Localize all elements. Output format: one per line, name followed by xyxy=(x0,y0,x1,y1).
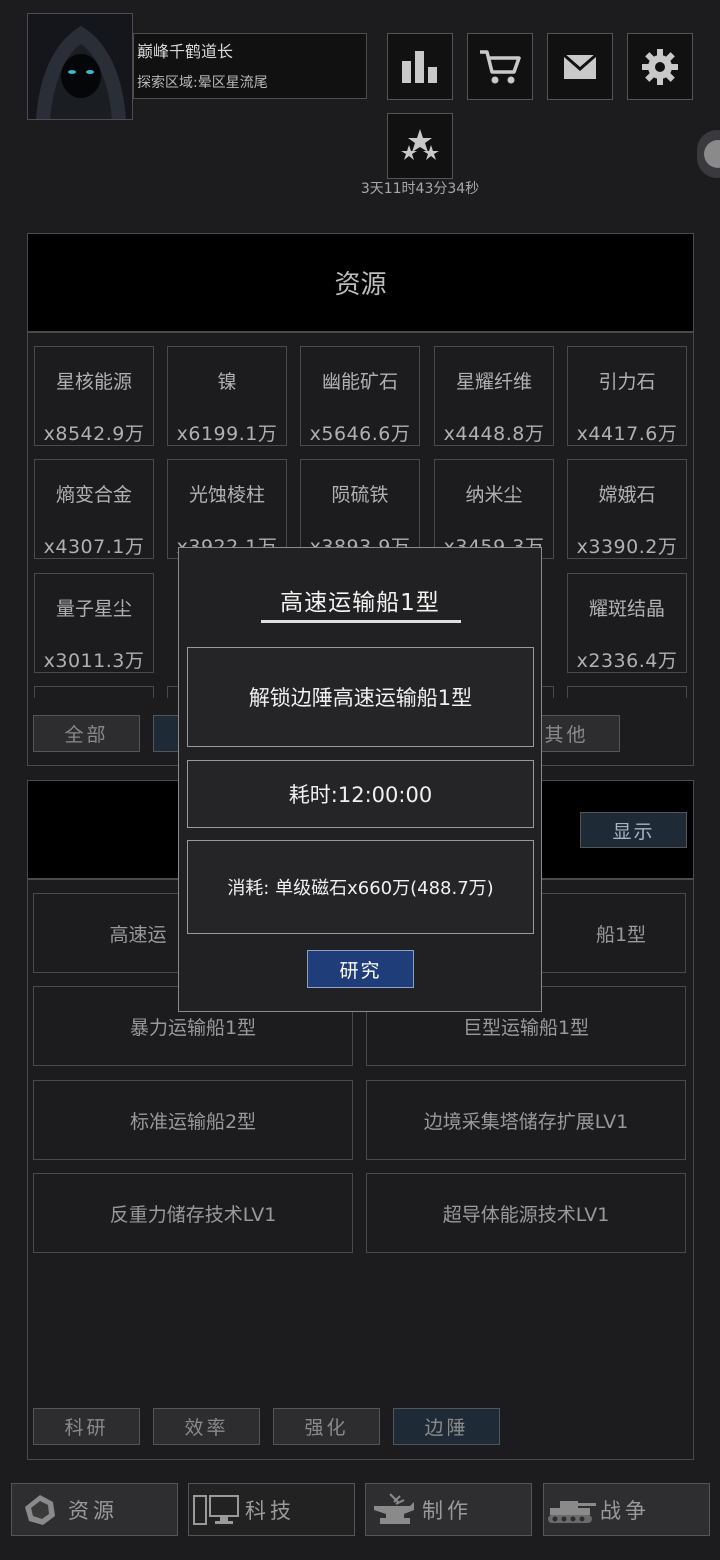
resource-name: 镍 xyxy=(217,371,237,393)
cost-text: 消耗: 单级磁石x660万(488.7万) xyxy=(227,878,494,899)
gear-icon xyxy=(642,48,678,85)
tech-item-label: 超导体能源技术LV1 xyxy=(442,1203,610,1226)
resource-quantity: x5646.6万 xyxy=(309,423,411,445)
player-info-box: 巅峰千鹤道长 探索区域:晕区星流尾 xyxy=(133,33,367,99)
tech-item-label: 标准运输船2型 xyxy=(129,1110,257,1133)
nav-war-label: 战争 xyxy=(600,1498,650,1523)
countdown-timer: 3天11时43分34秒 xyxy=(360,181,480,197)
resource-quantity: x2336.4万 xyxy=(576,650,678,672)
resource-name: 量子星尘 xyxy=(55,598,132,620)
tech-item-label: 巨型运输船1型 xyxy=(462,1016,590,1039)
computer-icon xyxy=(189,1494,245,1526)
tank-icon xyxy=(544,1495,600,1525)
resource-quantity: x8542.9万 xyxy=(43,423,145,445)
stats-button[interactable] xyxy=(387,33,453,100)
tech-item[interactable]: 反重力储存技术LV1 xyxy=(33,1173,353,1253)
side-toggle[interactable] xyxy=(697,130,720,178)
resource-name: 星耀纤维 xyxy=(455,371,532,393)
description-text: 解锁边陲高速运输船1型 xyxy=(248,686,473,710)
nav-craft-label: 制作 xyxy=(422,1498,472,1523)
resource-cell[interactable]: 耀斑结晶 x2336.4万 xyxy=(567,573,687,673)
resource-cell[interactable]: 星核能源 x8542.9万 xyxy=(34,346,154,446)
show-button[interactable]: 显示 xyxy=(580,812,687,848)
side-toggle-knob-icon xyxy=(704,140,720,168)
ore-icon xyxy=(12,1493,68,1527)
resource-cell[interactable]: 熵变合金 x4307.1万 xyxy=(34,459,154,559)
resource-quantity: x3390.2万 xyxy=(576,536,678,558)
resource-name: 纳米尘 xyxy=(465,484,523,506)
resource-cell[interactable]: 陨硫铁x3893.9万 xyxy=(300,459,420,559)
tech-item[interactable]: 边境采集塔储存扩展LV1 xyxy=(366,1080,686,1160)
resource-quantity: x4417.6万 xyxy=(576,423,678,445)
resource-cell[interactable]: 纳米尘x3459.3万 xyxy=(434,459,554,559)
nav-resources-label: 资源 xyxy=(68,1498,118,1523)
tech-item-label: 高速运 xyxy=(109,923,167,946)
resource-quantity: x3011.3万 xyxy=(43,650,145,672)
explore-area: 探索区域:晕区星流尾 xyxy=(137,75,268,91)
stars-icon xyxy=(401,129,439,160)
category-efficiency-button[interactable]: 效率 xyxy=(153,1408,260,1445)
nav-tech-label: 科技 xyxy=(245,1498,295,1523)
resource-name: 引力石 xyxy=(598,371,656,393)
dialog-cost: 消耗: 单级磁石x660万(488.7万) xyxy=(187,840,534,934)
tech-item-label: 船1型 xyxy=(595,923,647,946)
dialog-description: 解锁边陲高速运输船1型 xyxy=(187,647,534,747)
tech-item[interactable]: 标准运输船2型 xyxy=(33,1080,353,1160)
nav-tech[interactable]: 科技 xyxy=(188,1483,355,1536)
tech-item-label: 边境采集塔储存扩展LV1 xyxy=(423,1110,629,1133)
filter-all-button[interactable]: 全部 xyxy=(33,715,140,752)
category-research-button[interactable]: 科研 xyxy=(33,1408,140,1445)
hooded-figure-icon xyxy=(28,14,132,119)
nav-war[interactable]: 战争 xyxy=(543,1483,710,1536)
category-enhance-button[interactable]: 强化 xyxy=(273,1408,380,1445)
cart-icon xyxy=(480,49,521,83)
rank-button[interactable] xyxy=(387,113,453,179)
resource-cell[interactable]: 幽能矿石 x5646.6万 xyxy=(300,346,420,446)
resource-cell[interactable]: 嫦娥石 x3390.2万 xyxy=(567,459,687,559)
category-frontier-button[interactable]: 边陲 xyxy=(393,1408,500,1445)
resource-quantity: x6199.1万 xyxy=(176,423,278,445)
nav-craft[interactable]: 制作 xyxy=(365,1483,532,1536)
title-underline xyxy=(261,620,461,623)
resource-panel-title: 资源 xyxy=(28,234,693,333)
resource-name: 耀斑结晶 xyxy=(588,598,665,620)
resource-quantity: x4448.8万 xyxy=(443,423,545,445)
research-dialog: 高速运输船1型 解锁边陲高速运输船1型 耗时:12:00:00 消耗: 单级磁石… xyxy=(178,547,542,1012)
shop-button[interactable] xyxy=(467,33,533,100)
dialog-duration: 耗时:12:00:00 xyxy=(187,760,534,828)
resource-cell-clipped xyxy=(34,686,154,698)
resource-name: 陨硫铁 xyxy=(331,484,389,506)
nav-resources[interactable]: 资源 xyxy=(11,1483,178,1536)
resource-quantity: x4307.1万 xyxy=(43,536,145,558)
resource-name: 星核能源 xyxy=(55,371,132,393)
tech-item-label: 暴力运输船1型 xyxy=(129,1016,257,1039)
resource-cell[interactable]: 光蚀棱柱x3922.1万 xyxy=(167,459,287,559)
tech-item[interactable]: 超导体能源技术LV1 xyxy=(366,1173,686,1253)
resource-cell-clipped xyxy=(567,686,687,698)
settings-button[interactable] xyxy=(627,33,693,100)
resource-name: 幽能矿石 xyxy=(321,371,398,393)
stats-icon xyxy=(402,50,437,83)
resource-name: 光蚀棱柱 xyxy=(188,484,265,506)
player-name: 巅峰千鹤道长 xyxy=(137,42,234,61)
resource-name: 嫦娥石 xyxy=(598,484,656,506)
tech-item-label: 反重力储存技术LV1 xyxy=(109,1203,277,1226)
mail-icon xyxy=(563,53,597,79)
mail-button[interactable] xyxy=(547,33,613,100)
anvil-icon xyxy=(366,1492,422,1528)
resource-cell[interactable]: 引力石 x4417.6万 xyxy=(567,346,687,446)
resource-name: 熵变合金 xyxy=(55,484,132,506)
player-avatar[interactable] xyxy=(27,13,133,120)
resource-cell[interactable]: 镍 x6199.1万 xyxy=(167,346,287,446)
resource-cell[interactable]: 星耀纤维 x4448.8万 xyxy=(434,346,554,446)
research-button[interactable]: 研究 xyxy=(307,950,414,988)
resource-cell[interactable]: 量子星尘 x3011.3万 xyxy=(34,573,154,673)
dialog-title: 高速运输船1型 xyxy=(280,590,440,616)
duration-text: 耗时:12:00:00 xyxy=(288,783,433,807)
